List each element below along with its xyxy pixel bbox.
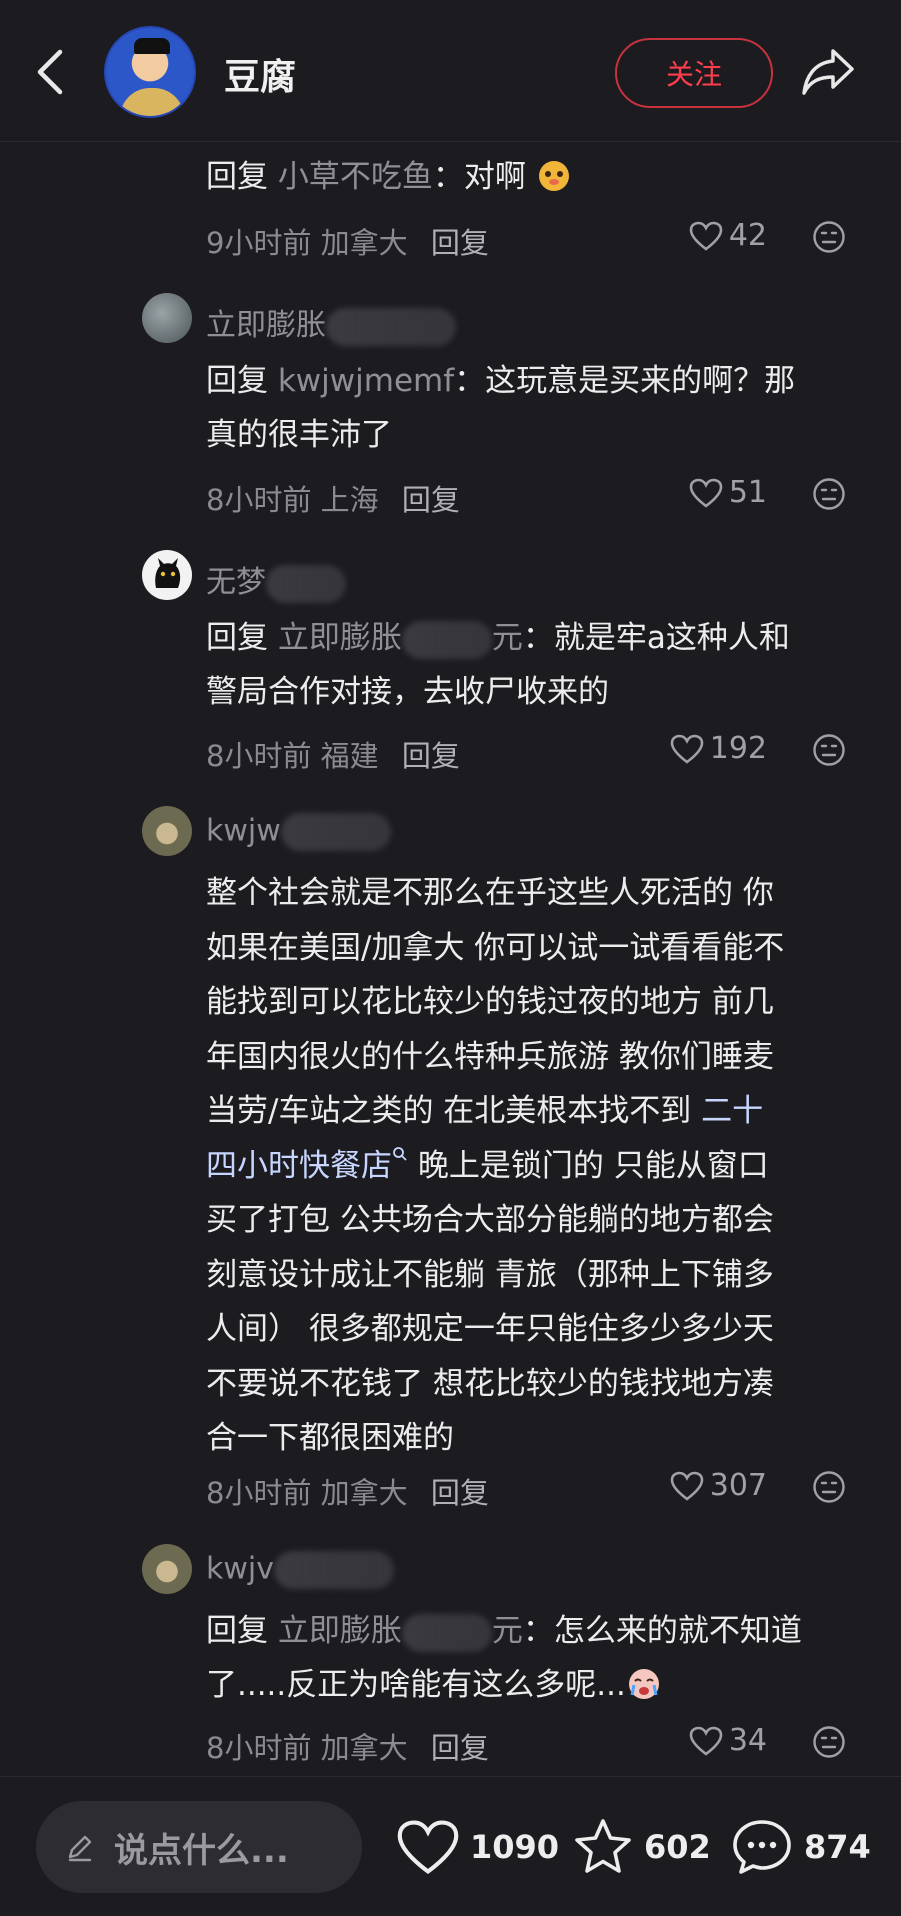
pencil-icon <box>68 1835 92 1862</box>
heart-icon <box>689 1726 723 1756</box>
reply-button[interactable]: 回复 <box>402 483 460 517</box>
comment-meta: 8小时前 加拿大 回复 <box>206 1731 489 1765</box>
dislike-face-icon[interactable] <box>812 733 846 767</box>
reply-button[interactable]: 回复 <box>402 739 460 773</box>
avatar[interactable] <box>142 806 192 856</box>
reply-button[interactable]: 回复 <box>431 1476 489 1510</box>
dislike-face-icon[interactable] <box>812 1470 846 1504</box>
comment-meta: 9小时前 加拿大 回复 <box>206 226 489 260</box>
comment-count: 874 <box>804 1828 871 1866</box>
search-link[interactable]: 四小时快餐店 <box>206 1148 392 1184</box>
commenter-name[interactable]: kwjv <box>206 1551 394 1589</box>
comment-text: 回复 kwjwjmemf：这玩意是买来的啊？那 真的很丰沛了 <box>206 363 796 453</box>
like-button[interactable]: 34 <box>689 1723 767 1758</box>
like-button[interactable]: 192 <box>670 731 767 766</box>
reply-button[interactable]: 回复 <box>431 226 489 260</box>
heart-icon <box>397 1820 459 1875</box>
favorite-button[interactable]: 602 <box>572 1805 711 1889</box>
heart-icon <box>689 221 723 251</box>
heart-icon <box>670 734 704 764</box>
reply-target-name[interactable]: 小草不吃鱼 <box>278 159 433 195</box>
comment-bubble-icon <box>733 1820 791 1874</box>
reply-button[interactable]: 回复 <box>431 1731 489 1765</box>
author-name[interactable]: 豆腐 <box>224 48 296 100</box>
reply-target-name[interactable]: 立即膨胀元 <box>278 1613 523 1652</box>
avatar[interactable] <box>142 1544 192 1594</box>
follow-button[interactable]: 关注 <box>615 38 773 108</box>
emoji-icon <box>538 161 569 191</box>
comment-meta: 8小时前 上海 回复 <box>206 483 460 517</box>
avatar[interactable] <box>142 550 192 600</box>
like-count: 51 <box>728 475 767 510</box>
input-placeholder: 说点什么... <box>114 1830 289 1871</box>
like-count: 34 <box>728 1723 767 1758</box>
favorite-count: 602 <box>644 1828 711 1866</box>
comment-meta: 8小时前 福建 回复 <box>206 739 460 773</box>
comment-text: 回复 立即膨胀 元：怎么来的就不知道 了.....反正为啥能有这么多呢... <box>206 1613 802 1703</box>
share-button[interactable] <box>793 40 863 104</box>
crying-emoji-icon <box>628 1669 659 1699</box>
screen: 豆腐 关注 回复 小草不吃鱼：对啊 9小时前 加拿大 回复 42 立即膨胀 回复… <box>0 0 901 1916</box>
like-button[interactable]: 307 <box>670 1468 767 1503</box>
reply-target-name[interactable]: kwjwjmemf <box>278 363 454 399</box>
bottom-action-bar: 说点什么... 1090 602 874 <box>0 1776 901 1916</box>
commenter-name[interactable]: kwjw <box>206 813 391 851</box>
like-count: 192 <box>709 731 767 766</box>
like-count: 307 <box>709 1468 767 1503</box>
header: 豆腐 关注 <box>0 0 901 142</box>
search-small-icon <box>393 1146 407 1161</box>
cat-icon <box>155 558 181 588</box>
dislike-face-icon[interactable] <box>812 477 846 511</box>
comment-text: 整个社会就是不那么在乎这些人死活的 你 如果在美国/加拿大 你可以试一试看看能不… <box>206 875 785 1456</box>
heart-icon <box>670 1471 704 1501</box>
like-button[interactable]: 51 <box>689 475 767 510</box>
like-count: 1090 <box>470 1828 560 1866</box>
back-arrow-icon <box>37 49 63 95</box>
heart-icon <box>689 478 723 508</box>
author-avatar[interactable] <box>104 26 196 118</box>
dislike-face-icon[interactable] <box>812 1725 846 1759</box>
like-post-button[interactable]: 1090 <box>396 1805 559 1889</box>
search-link[interactable]: 二十 <box>701 1093 763 1129</box>
share-icon <box>802 49 854 95</box>
back-button[interactable] <box>22 40 78 104</box>
comment-text: 回复 立即膨胀 元：就是牢a这种人和 警局合作对接，去收尸收来的 <box>206 620 790 710</box>
dislike-face-icon[interactable] <box>812 220 846 254</box>
comment-input[interactable]: 说点什么... <box>36 1801 362 1893</box>
commenter-name[interactable]: 立即膨胀 <box>206 300 456 346</box>
reply-target-name[interactable]: 立即膨胀元 <box>278 620 523 659</box>
star-icon <box>575 1819 631 1873</box>
like-count: 42 <box>728 218 767 253</box>
comment-meta: 8小时前 加拿大 回复 <box>206 1476 489 1510</box>
avatar[interactable] <box>142 293 192 343</box>
like-button[interactable]: 42 <box>689 218 767 253</box>
comments-button[interactable]: 874 <box>730 1805 871 1889</box>
commenter-name[interactable]: 无梦 <box>206 557 346 603</box>
comment-text: 回复 小草不吃鱼：对啊 <box>206 150 866 204</box>
